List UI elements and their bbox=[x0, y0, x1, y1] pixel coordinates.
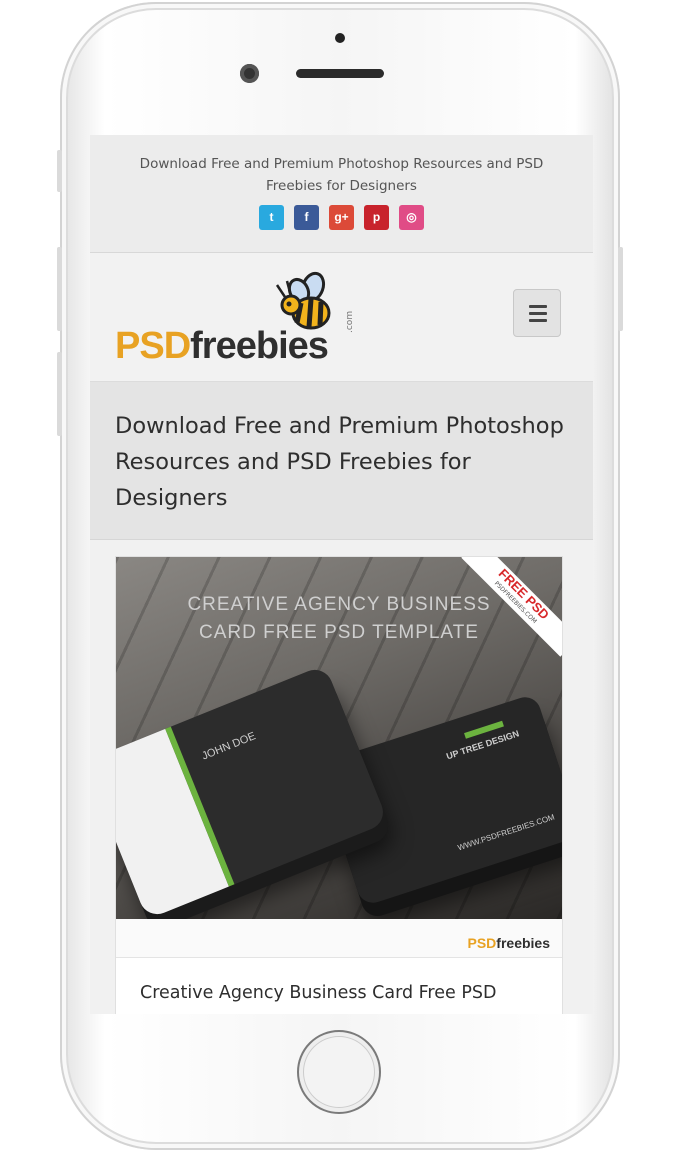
thumbnail-title: CREATIVE AGENCY BUSINESS CARD FREE PSD T… bbox=[116, 591, 562, 647]
site-logo[interactable]: PSDfreebies .com bbox=[115, 271, 365, 371]
thumbnail-title-line1: CREATIVE AGENCY BUSINESS bbox=[187, 594, 491, 615]
social-links: t f g+ p ◎ bbox=[90, 205, 593, 230]
front-camera bbox=[240, 64, 259, 83]
volume-down-button bbox=[57, 352, 62, 436]
mute-switch bbox=[57, 150, 62, 192]
business-card-front: JOHN DOE bbox=[116, 664, 389, 919]
logo-freebies-text: freebies bbox=[190, 325, 329, 367]
dribbble-icon[interactable]: ◎ bbox=[399, 205, 424, 230]
post-thumbnail[interactable]: CREATIVE AGENCY BUSINESS CARD FREE PSD T… bbox=[116, 557, 562, 919]
thumbnail-footer: PSDfreebies bbox=[116, 919, 562, 958]
footer-logo-freebies: freebies bbox=[496, 935, 550, 951]
hero-title: Download Free and Premium Photoshop Reso… bbox=[115, 413, 564, 511]
earpiece-speaker bbox=[296, 69, 384, 78]
proximity-sensor bbox=[335, 33, 345, 43]
menu-bar-icon bbox=[529, 312, 547, 315]
facebook-icon[interactable]: f bbox=[294, 205, 319, 230]
card-website-text: WWW.PSDFREEBIES.COM bbox=[456, 812, 556, 853]
volume-up-button bbox=[57, 247, 62, 331]
site-header: PSDfreebies .com bbox=[90, 253, 593, 382]
footer-logo: PSDfreebies bbox=[468, 935, 551, 951]
thumbnail-title-line2: CARD FREE PSD TEMPLATE bbox=[199, 622, 479, 643]
post-title-link[interactable]: Creative Agency Business Card Free PSD bbox=[140, 983, 496, 1003]
twitter-icon[interactable]: t bbox=[259, 205, 284, 230]
logo-com-text: .com bbox=[345, 310, 355, 333]
pinterest-icon[interactable]: p bbox=[364, 205, 389, 230]
logo-psd-text: PSD bbox=[115, 325, 191, 367]
phone-screen: Download Free and Premium Photoshop Reso… bbox=[90, 135, 593, 1014]
menu-bar-icon bbox=[529, 305, 547, 308]
card-name-text: JOHN DOE bbox=[200, 730, 258, 763]
site-tagline: Download Free and Premium Photoshop Reso… bbox=[139, 156, 544, 194]
logo-wordmark: PSDfreebies bbox=[115, 325, 329, 367]
hero-banner: Download Free and Premium Photoshop Reso… bbox=[90, 382, 593, 540]
home-button[interactable] bbox=[297, 1030, 381, 1114]
power-button bbox=[618, 247, 623, 331]
post-card[interactable]: CREATIVE AGENCY BUSINESS CARD FREE PSD T… bbox=[115, 556, 563, 1014]
footer-logo-psd: PSD bbox=[467, 935, 497, 951]
top-bar: Download Free and Premium Photoshop Reso… bbox=[90, 135, 593, 253]
card-brand-text: UP TREE DESIGN bbox=[445, 728, 521, 762]
hamburger-menu-button[interactable] bbox=[513, 289, 561, 337]
menu-bar-icon bbox=[529, 319, 547, 322]
google-plus-icon[interactable]: g+ bbox=[329, 205, 354, 230]
